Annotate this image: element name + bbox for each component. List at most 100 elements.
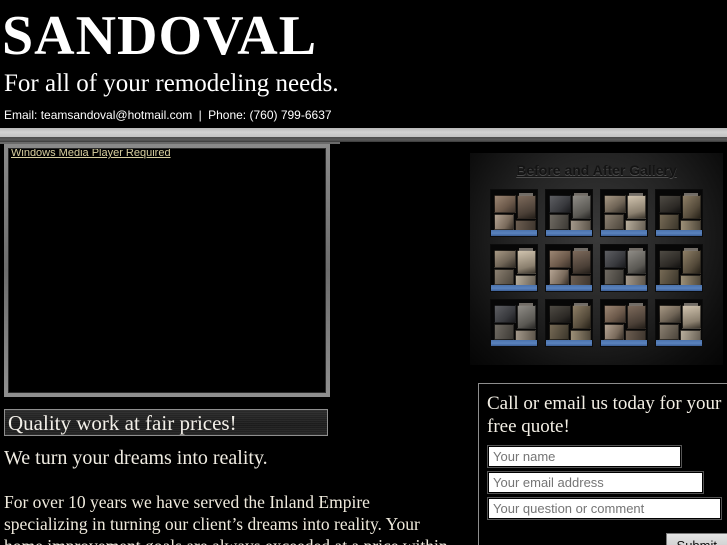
name-input[interactable] bbox=[487, 445, 682, 468]
thumbnail-caption-bar bbox=[684, 248, 698, 251]
thumbnail-blue-strip bbox=[601, 340, 647, 346]
thumbnail-caption-bar bbox=[629, 303, 643, 306]
email-label: Email: bbox=[4, 108, 38, 122]
video-screen[interactable]: Windows Media Player Required bbox=[8, 148, 326, 393]
gallery-thumbnail[interactable] bbox=[545, 244, 593, 292]
thumbnail-caption-bar bbox=[519, 303, 533, 306]
thumbnail-photo-tile bbox=[659, 250, 681, 268]
thumbnail-photo-tile bbox=[549, 195, 571, 213]
main-content: Windows Media Player Required Quality wo… bbox=[0, 144, 727, 545]
thumbnail-blue-strip bbox=[491, 230, 537, 236]
gallery-thumbnail[interactable] bbox=[600, 244, 648, 292]
windows-media-player-required-link[interactable]: Windows Media Player Required bbox=[11, 149, 171, 159]
thumbnail-caption-bar bbox=[574, 248, 588, 251]
intro-paragraph: For over 10 years we have served the Inl… bbox=[4, 492, 448, 545]
thumbnail-blue-strip bbox=[601, 285, 647, 291]
thumbnail-photo-tile bbox=[549, 250, 571, 268]
gallery-title-text: Before and After Gallery bbox=[516, 162, 677, 178]
email-address[interactable]: teamsandoval@hotmail.com bbox=[41, 108, 193, 122]
thumbnail-caption-bar bbox=[684, 303, 698, 306]
gallery-thumbnail[interactable] bbox=[490, 299, 538, 347]
thumbnail-photo-tile bbox=[682, 250, 701, 274]
thumbnail-caption-bar bbox=[629, 193, 643, 196]
thumbnail-caption-bar bbox=[519, 248, 533, 251]
thumbnail-blue-strip bbox=[656, 230, 702, 236]
thumbnail-caption-bar bbox=[574, 303, 588, 306]
thumbnail-photo-tile bbox=[682, 305, 701, 329]
thumbnail-blue-strip bbox=[656, 285, 702, 291]
lead-line: We turn your dreams into reality. bbox=[4, 447, 268, 469]
contact-separator: | bbox=[198, 108, 202, 122]
site-title: SANDOVAL bbox=[2, 5, 318, 67]
thumbnail-photo-tile bbox=[572, 250, 591, 274]
submit-button[interactable]: Submit bbox=[665, 533, 727, 545]
gallery-title[interactable]: Before and After Gallery bbox=[470, 162, 723, 179]
thumbnail-caption-bar bbox=[629, 248, 643, 251]
thumbnail-photo-tile bbox=[627, 305, 646, 329]
thumbnail-photo-tile bbox=[659, 269, 679, 285]
cta-heading: Call or email us today for your free quo… bbox=[487, 393, 722, 437]
thumbnail-photo-tile bbox=[572, 195, 591, 219]
gallery-thumbnail[interactable] bbox=[490, 244, 538, 292]
contact-form-panel: Call or email us today for your free quo… bbox=[478, 383, 727, 545]
body-copy: We turn your dreams into reality. For ov… bbox=[4, 447, 449, 545]
thumbnail-photo-tile bbox=[494, 324, 514, 340]
gallery-thumbnail[interactable] bbox=[545, 189, 593, 237]
thumbnail-photo-tile bbox=[627, 195, 646, 219]
gallery-thumbnail[interactable] bbox=[655, 189, 703, 237]
thumbnail-photo-tile bbox=[494, 250, 516, 268]
thumbnail-photo-tile bbox=[659, 305, 681, 323]
header-divider bbox=[0, 128, 727, 144]
gallery-thumbnail[interactable] bbox=[600, 189, 648, 237]
thumbnail-photo-tile bbox=[494, 214, 514, 230]
gallery-thumbnail[interactable] bbox=[655, 244, 703, 292]
thumbnail-photo-tile bbox=[517, 195, 536, 219]
header-contact-line: Email: teamsandoval@hotmail.com | Phone:… bbox=[4, 108, 332, 122]
thumbnail-photo-tile bbox=[549, 305, 571, 323]
thumbnail-photo-tile bbox=[549, 214, 569, 230]
thumbnail-photo-tile bbox=[572, 305, 591, 329]
gallery-panel: Before and After Gallery bbox=[470, 153, 723, 365]
contact-form bbox=[487, 445, 727, 524]
thumbnail-photo-tile bbox=[494, 195, 516, 213]
thumbnail-photo-tile bbox=[659, 214, 679, 230]
thumbnail-caption-bar bbox=[519, 193, 533, 196]
thumbnail-photo-tile bbox=[659, 195, 681, 213]
thumbnail-photo-tile bbox=[604, 269, 624, 285]
gallery-thumbnail[interactable] bbox=[545, 299, 593, 347]
divider-light-band bbox=[0, 128, 727, 137]
thumbnail-photo-tile bbox=[604, 250, 626, 268]
thumbnail-photo-tile bbox=[494, 269, 514, 285]
phone-number: (760) 799-6637 bbox=[249, 108, 332, 122]
thumbnail-caption-bar bbox=[684, 193, 698, 196]
phone-label: Phone: bbox=[208, 108, 247, 122]
thumbnail-photo-tile bbox=[517, 305, 536, 329]
gallery-thumbnail[interactable] bbox=[655, 299, 703, 347]
thumbnail-blue-strip bbox=[491, 285, 537, 291]
thumbnail-photo-tile bbox=[494, 305, 516, 323]
thumbnail-photo-tile bbox=[517, 250, 536, 274]
thumbnail-blue-strip bbox=[546, 285, 592, 291]
thumbnail-photo-tile bbox=[627, 250, 646, 274]
site-tagline: For all of your remodeling needs. bbox=[4, 70, 339, 97]
headline-banner: Quality work at fair prices! bbox=[4, 409, 328, 436]
gallery-thumbnail[interactable] bbox=[490, 189, 538, 237]
thumbnail-photo-tile bbox=[549, 269, 569, 285]
submit-row: Submit bbox=[488, 533, 727, 545]
thumbnail-caption-bar bbox=[574, 193, 588, 196]
gallery-grid bbox=[490, 189, 703, 347]
thumbnail-photo-tile bbox=[682, 195, 701, 219]
thumbnail-photo-tile bbox=[549, 324, 569, 340]
email-input[interactable] bbox=[487, 471, 704, 494]
site-header: SANDOVAL For all of your remodeling need… bbox=[0, 0, 727, 128]
thumbnail-blue-strip bbox=[491, 340, 537, 346]
thumbnail-blue-strip bbox=[546, 340, 592, 346]
question-input[interactable] bbox=[487, 497, 722, 520]
thumbnail-photo-tile bbox=[604, 195, 626, 213]
headline-text: Quality work at fair prices! bbox=[8, 410, 237, 435]
thumbnail-blue-strip bbox=[601, 230, 647, 236]
gallery-thumbnail[interactable] bbox=[600, 299, 648, 347]
thumbnail-photo-tile bbox=[604, 305, 626, 323]
thumbnail-photo-tile bbox=[604, 214, 624, 230]
video-player[interactable]: Windows Media Player Required bbox=[4, 144, 330, 397]
